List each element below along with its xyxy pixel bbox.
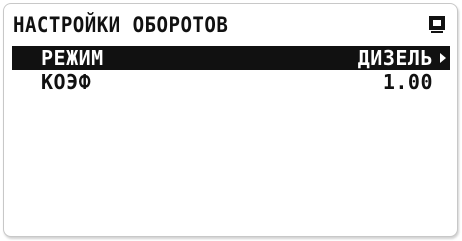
menu-item-label: КОЭФ — [41, 70, 92, 94]
settings-menu: РЕЖИМ ДИЗЕЛЬ КОЭФ 1.00 — [12, 46, 450, 94]
menu-icon[interactable] — [428, 14, 446, 34]
chevron-right-icon — [440, 53, 446, 63]
menu-item-label: РЕЖИМ — [41, 46, 104, 70]
display-screen: НАСТРОЙКИ ОБОРОТОВ РЕЖИМ ДИЗЕЛЬ КОЭФ 1.0… — [3, 3, 458, 237]
menu-item-mode[interactable]: РЕЖИМ ДИЗЕЛЬ — [12, 46, 450, 70]
menu-item-coefficient[interactable]: КОЭФ 1.00 — [12, 70, 450, 94]
page-title: НАСТРОЙКИ ОБОРОТОВ — [13, 13, 229, 37]
menu-item-value: 1.00 — [382, 70, 433, 94]
title-bar: НАСТРОЙКИ ОБОРОТОВ — [13, 13, 447, 37]
menu-item-value: ДИЗЕЛЬ — [357, 46, 433, 70]
